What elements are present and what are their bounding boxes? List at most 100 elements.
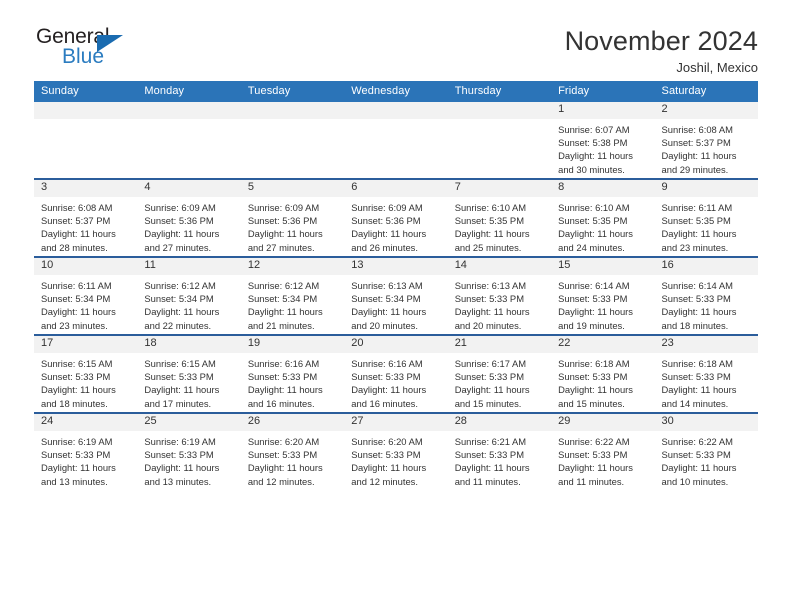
sunset-text: Sunset: 5:35 PM — [454, 215, 524, 227]
day-details: Sunrise: 6:08 AM Sunset: 5:37 PM Daylight:… — [34, 197, 137, 254]
calendar-day-cell[interactable]: 23 Sunrise: 6:18 AM Sunset: 5:33 PM Dayligh… — [654, 334, 758, 413]
calendar-day-cell[interactable]: 1 Sunrise: 6:07 AM Sunset: 5:38 PM Daylight… — [551, 102, 655, 179]
blue-triangle-icon — [97, 35, 123, 52]
sunset-text: Sunset: 5:33 PM — [661, 371, 731, 383]
day-number: 10 — [34, 258, 138, 275]
daylight-text: Daylight: 11 hours and 10 minutes. — [661, 462, 737, 487]
day-number: 15 — [551, 258, 655, 275]
calendar-day-cell[interactable]: 25 Sunrise: 6:19 AM Sunset: 5:33 PM Dayligh… — [137, 412, 241, 490]
day-number: 13 — [344, 258, 448, 275]
calendar-day-cell[interactable]: 18 Sunrise: 6:15 AM Sunset: 5:33 PM Dayligh… — [137, 334, 241, 413]
sunrise-text: Sunrise: 6:21 AM — [454, 436, 527, 447]
calendar-page: General Blue November 2024 Joshil, Mexic… — [0, 0, 792, 612]
day-details: Sunrise: 6:14 AM Sunset: 5:33 PM Daylight:… — [655, 275, 758, 332]
calendar-day-cell[interactable]: 12 Sunrise: 6:12 AM Sunset: 5:34 PM Dayligh… — [240, 256, 345, 335]
calendar-day-cell[interactable]: 17 Sunrise: 6:15 AM Sunset: 5:33 PM Dayligh… — [34, 334, 138, 413]
day-number: 2 — [654, 102, 758, 119]
calendar-day-cell[interactable]: 3 Sunrise: 6:08 AM Sunset: 5:37 PM Daylight… — [34, 178, 138, 257]
sunrise-text: Sunrise: 6:09 AM — [351, 202, 423, 213]
weekday-header-friday: Friday — [551, 81, 655, 102]
weekday-header-thursday: Thursday — [447, 81, 552, 102]
calendar-day-cell[interactable]: 24 Sunrise: 6:19 AM Sunset: 5:33 PM Dayligh… — [34, 412, 138, 490]
sunrise-text: Sunrise: 6:19 AM — [41, 436, 113, 447]
day-details: Sunrise: 6:16 AM Sunset: 5:33 PM Daylight:… — [241, 353, 344, 410]
day-number: 22 — [551, 336, 655, 353]
day-details: Sunrise: 6:14 AM Sunset: 5:33 PM Daylight:… — [551, 275, 654, 332]
day-details: Sunrise: 6:18 AM Sunset: 5:33 PM Daylight:… — [551, 353, 654, 410]
day-details: Sunrise: 6:11 AM Sunset: 5:35 PM Daylight:… — [655, 197, 758, 254]
sunrise-text: Sunrise: 6:13 AM — [454, 280, 527, 291]
day-number: 19 — [240, 336, 345, 353]
calendar-day-cell[interactable]: 21 Sunrise: 6:17 AM Sunset: 5:33 PM Dayligh… — [447, 334, 552, 413]
calendar-day-cell[interactable]: 14 Sunrise: 6:13 AM Sunset: 5:33 PM Dayligh… — [447, 256, 552, 335]
sunset-text: Sunset: 5:33 PM — [454, 293, 524, 305]
sunrise-text: Sunrise: 6:15 AM — [41, 358, 113, 369]
sunrise-text: Sunrise: 6:16 AM — [247, 358, 320, 369]
day-number — [240, 102, 345, 119]
calendar-day-cell[interactable]: 19 Sunrise: 6:16 AM Sunset: 5:33 PM Dayligh… — [240, 334, 345, 413]
calendar-day-cell[interactable]: 27 Sunrise: 6:20 AM Sunset: 5:33 PM Dayligh… — [344, 412, 448, 490]
calendar-day-cell[interactable]: 29 Sunrise: 6:22 AM Sunset: 5:33 PM Dayligh… — [551, 412, 655, 490]
day-details: Sunrise: 6:12 AM Sunset: 5:34 PM Daylight:… — [241, 275, 344, 332]
calendar-day-cell[interactable]: 8 Sunrise: 6:10 AM Sunset: 5:35 PM Daylight… — [551, 178, 655, 257]
daylight-text: Daylight: 11 hours and 30 minutes. — [558, 150, 633, 175]
calendar-day-cell[interactable]: 28 Sunrise: 6:21 AM Sunset: 5:33 PM Dayligh… — [447, 412, 552, 490]
day-details: Sunrise: 6:09 AM Sunset: 5:36 PM Daylight:… — [344, 197, 447, 254]
day-details: Sunrise: 6:19 AM Sunset: 5:33 PM Daylight:… — [34, 431, 137, 488]
day-details: Sunrise: 6:07 AM Sunset: 5:38 PM Daylight:… — [551, 119, 654, 176]
sunset-text: Sunset: 5:33 PM — [247, 449, 318, 461]
sunrise-text: Sunrise: 6:13 AM — [351, 280, 423, 291]
day-number: 17 — [34, 336, 138, 353]
weekday-header-row: Sunday Monday Tuesday Wednesday Thursday… — [34, 81, 758, 102]
daylight-text: Daylight: 11 hours and 29 minutes. — [661, 150, 737, 175]
calendar-day-cell[interactable]: 6 Sunrise: 6:09 AM Sunset: 5:36 PM Daylight… — [344, 178, 448, 257]
sunrise-text: Sunrise: 6:17 AM — [454, 358, 527, 369]
calendar-day-cell[interactable]: 26 Sunrise: 6:20 AM Sunset: 5:33 PM Dayligh… — [240, 412, 345, 490]
day-number — [34, 102, 138, 119]
sunrise-text: Sunrise: 6:11 AM — [661, 202, 733, 213]
sunset-text: Sunset: 5:33 PM — [661, 449, 731, 461]
calendar-day-cell[interactable]: 9 Sunrise: 6:11 AM Sunset: 5:35 PM Daylight… — [654, 178, 758, 257]
daylight-text: Daylight: 11 hours and 25 minutes. — [454, 228, 530, 253]
sunset-text: Sunset: 5:33 PM — [351, 449, 421, 461]
calendar-week-row: 17 Sunrise: 6:15 AM Sunset: 5:33 PM Dayligh… — [34, 334, 758, 413]
calendar-day-cell[interactable]: 7 Sunrise: 6:10 AM Sunset: 5:35 PM Daylight… — [447, 178, 552, 257]
calendar-day-cell[interactable]: 16 Sunrise: 6:14 AM Sunset: 5:33 PM Dayligh… — [654, 256, 758, 335]
calendar-day-cell[interactable]: 20 Sunrise: 6:16 AM Sunset: 5:33 PM Dayligh… — [344, 334, 448, 413]
daylight-text: Daylight: 11 hours and 16 minutes. — [351, 384, 427, 409]
day-number: 24 — [34, 414, 138, 431]
sunrise-text: Sunrise: 6:18 AM — [661, 358, 733, 369]
calendar-day-cell[interactable]: 11 Sunrise: 6:12 AM Sunset: 5:34 PM Dayligh… — [137, 256, 241, 335]
day-details: Sunrise: 6:19 AM Sunset: 5:33 PM Daylight:… — [137, 431, 240, 488]
calendar-table: Sunday Monday Tuesday Wednesday Thursday… — [34, 81, 758, 490]
calendar-week-row: 24 Sunrise: 6:19 AM Sunset: 5:33 PM Dayligh… — [34, 412, 758, 490]
daylight-text: Daylight: 11 hours and 27 minutes. — [144, 228, 220, 253]
calendar-day-cell[interactable]: 22 Sunrise: 6:18 AM Sunset: 5:33 PM Dayligh… — [551, 334, 655, 413]
brand-logo[interactable]: General Blue — [34, 26, 156, 72]
day-details: Sunrise: 6:21 AM Sunset: 5:33 PM Daylight:… — [448, 431, 551, 488]
calendar-day-cell-empty — [34, 102, 138, 179]
sunset-text: Sunset: 5:33 PM — [454, 449, 524, 461]
sunset-text: Sunset: 5:34 PM — [247, 293, 318, 305]
sunset-text: Sunset: 5:33 PM — [41, 449, 111, 461]
daylight-text: Daylight: 11 hours and 11 minutes. — [558, 462, 633, 487]
sunrise-text: Sunrise: 6:10 AM — [558, 202, 630, 213]
sunset-text: Sunset: 5:33 PM — [558, 293, 628, 305]
calendar-day-cell[interactable]: 2 Sunrise: 6:08 AM Sunset: 5:37 PM Daylight… — [654, 102, 758, 179]
calendar-day-cell[interactable]: 5 Sunrise: 6:09 AM Sunset: 5:36 PM Daylight… — [240, 178, 345, 257]
day-number: 9 — [654, 180, 758, 197]
calendar-day-cell[interactable]: 4 Sunrise: 6:09 AM Sunset: 5:36 PM Daylight… — [137, 178, 241, 257]
day-details: Sunrise: 6:15 AM Sunset: 5:33 PM Daylight:… — [137, 353, 240, 410]
location-label: Joshil, Mexico — [676, 60, 758, 76]
daylight-text: Daylight: 11 hours and 15 minutes. — [558, 384, 633, 409]
sunrise-text: Sunrise: 6:12 AM — [144, 280, 216, 291]
calendar-week-row: 1 Sunrise: 6:07 AM Sunset: 5:38 PM Daylight… — [34, 102, 758, 179]
calendar-day-cell[interactable]: 10 Sunrise: 6:11 AM Sunset: 5:34 PM Dayligh… — [34, 256, 138, 335]
calendar-day-cell[interactable]: 15 Sunrise: 6:14 AM Sunset: 5:33 PM Dayligh… — [551, 256, 655, 335]
daylight-text: Daylight: 11 hours and 17 minutes. — [144, 384, 220, 409]
sunrise-text: Sunrise: 6:18 AM — [558, 358, 630, 369]
calendar-day-cell[interactable]: 30 Sunrise: 6:22 AM Sunset: 5:33 PM Dayligh… — [654, 412, 758, 490]
calendar-day-cell[interactable]: 13 Sunrise: 6:13 AM Sunset: 5:34 PM Dayligh… — [344, 256, 448, 335]
day-details: Sunrise: 6:08 AM Sunset: 5:37 PM Daylight:… — [655, 119, 758, 176]
sunset-text: Sunset: 5:37 PM — [41, 215, 111, 227]
